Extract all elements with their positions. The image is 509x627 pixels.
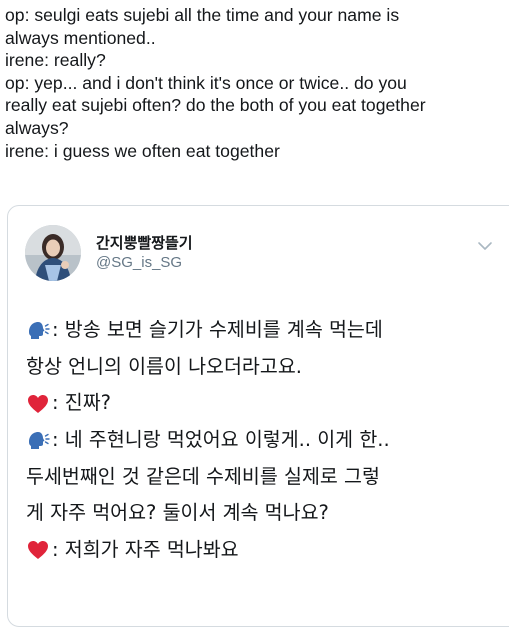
outer-post-line: irene: i guess we often eat together: [5, 140, 280, 161]
speaking-head-icon: [29, 432, 50, 450]
tweet-line-text: 항상 언니의 이름이 나오더라고요.: [26, 354, 302, 378]
red-heart-icon: [28, 394, 48, 413]
tweet-line: : 방송 보면 슬기가 수제비를 계속 먹는데: [26, 312, 506, 349]
tweet-line-text: : 진짜?: [52, 391, 111, 415]
chevron-down-icon[interactable]: [476, 237, 494, 255]
tweet-line: 두세번째인 것 같은데 수제비를 실제로 그렇: [26, 459, 506, 496]
handle[interactable]: @SG_is_SG: [96, 254, 182, 271]
tweet-line-text: 두세번째인 것 같은데 수제비를 실제로 그렇: [26, 464, 380, 488]
outer-post-line: always?: [5, 117, 69, 138]
tweet-line-text: : 저희가 자주 먹나봐요: [52, 538, 239, 562]
outer-post-line: irene: really?: [5, 50, 106, 71]
speaking-head-icon: [29, 322, 50, 340]
avatar[interactable]: [25, 225, 81, 281]
display-name[interactable]: 간지뿡빨짱뜰기: [96, 232, 193, 253]
quoted-tweet-body: : 방송 보면 슬기가 수제비를 계속 먹는데 항상 언니의 이름이 나오더라고…: [26, 312, 506, 569]
red-heart-icon: [28, 541, 48, 560]
outer-post-line: always mentioned..: [5, 27, 156, 48]
tweet-line: : 진짜?: [26, 385, 506, 422]
tweet-line-text: : 네 주현니랑 먹었어요 이렇게.. 이게 한..: [52, 428, 390, 452]
tweet-line-text: 게 자주 먹어요? 둘이서 계속 먹나요?: [26, 501, 329, 525]
outer-post-line: really eat sujebi often? do the both of …: [5, 95, 426, 116]
outer-post-line: op: yep... and i don't think it's once o…: [5, 72, 407, 93]
tweet-line: : 네 주현니랑 먹었어요 이렇게.. 이게 한..: [26, 422, 506, 459]
tweet-line: 항상 언니의 이름이 나오더라고요.: [26, 349, 506, 386]
tweet-line-text: : 방송 보면 슬기가 수제비를 계속 먹는데: [52, 318, 383, 341]
tweet-line: 게 자주 먹어요? 둘이서 계속 먹나요?: [26, 495, 506, 532]
outer-post-line: op: seulgi eats sujebi all the time and …: [5, 5, 400, 25]
tweet-line: : 저희가 자주 먹나봐요: [26, 532, 506, 569]
outer-post-text: op: seulgi eats sujebi all the time and …: [5, 4, 505, 162]
